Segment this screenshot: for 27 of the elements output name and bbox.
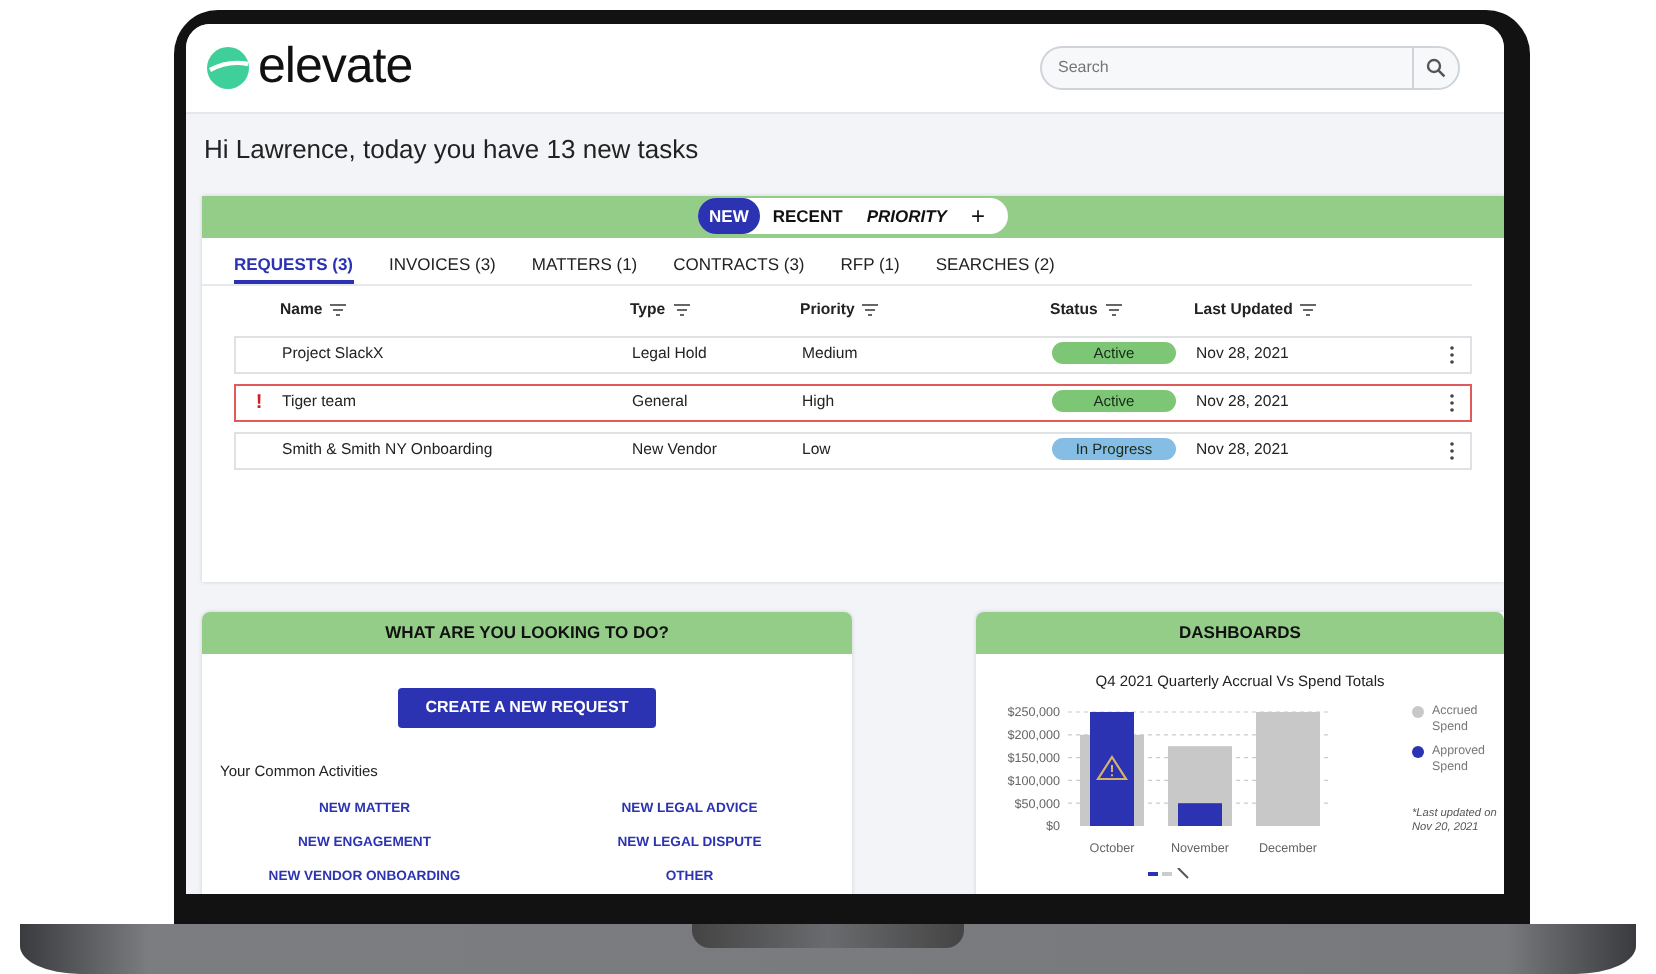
warning-icon [1096,754,1128,780]
greeting-text: Hi Lawrence, today you have 13 new tasks [204,132,701,168]
category-tab[interactable]: SEARCHES (2) [935,251,1055,283]
view-tab[interactable]: RECENT [760,198,855,234]
category-tab[interactable]: CONTRACTS (3) [673,251,805,283]
logo-text: elevate [258,36,413,99]
filter-icon[interactable] [1105,303,1122,315]
flag-label: ! [253,389,265,417]
card-title: WHAT ARE YOU LOOKING TO DO? [202,611,852,653]
filter-icon[interactable] [1300,303,1317,315]
card-title: DASHBOARDS [976,611,1504,653]
filter-icon[interactable] [673,303,690,315]
category-tab[interactable]: REQUESTS (3) [234,251,354,283]
pager-icon [1148,867,1192,880]
search-icon [1426,58,1446,78]
logo-icon [206,46,250,90]
view-tab[interactable]: NEW [697,198,761,234]
filter-icon[interactable] [862,303,879,315]
search-button[interactable] [1412,46,1460,90]
search-field[interactable]: Search [1040,46,1412,90]
view-tab[interactable]: PRIORITY [854,198,959,234]
filter-icon[interactable] [330,303,347,315]
category-tab[interactable]: INVOICES (3) [389,251,496,283]
category-tab[interactable]: RFP (1) [840,251,900,283]
create-request-button[interactable]: CREATE A NEW REQUEST [397,687,657,727]
add-tab-button[interactable]: + [958,198,997,234]
category-tab[interactable]: MATTERS (1) [531,251,638,283]
